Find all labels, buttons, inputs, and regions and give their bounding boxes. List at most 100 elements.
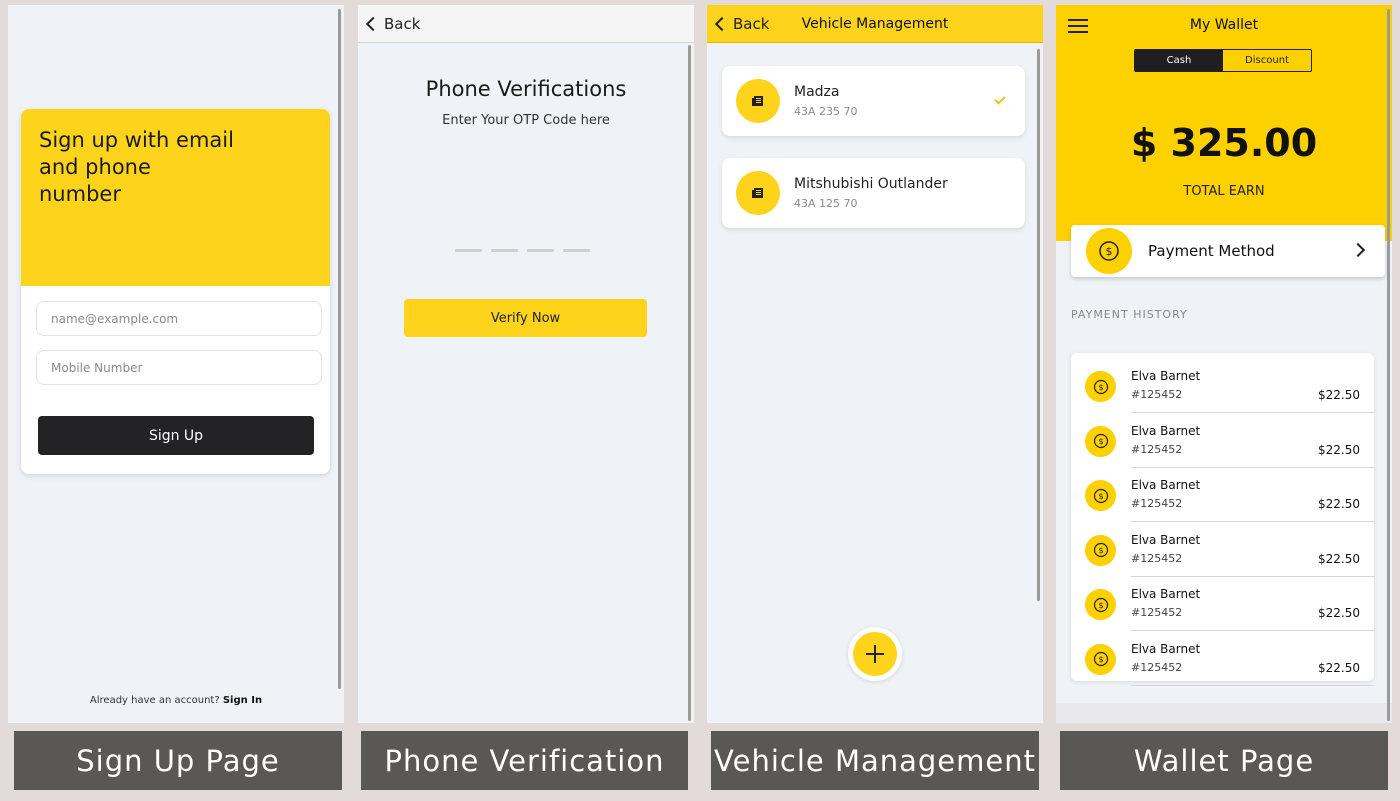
transaction-amount: $22.50 <box>1318 497 1360 511</box>
vehicle-doc-icon <box>736 79 780 123</box>
payment-history-list: $ Elva Barnet #125452 $22.50 $ Elva Barnet #12… <box>1071 353 1374 686</box>
scrollbar[interactable] <box>1387 9 1390 721</box>
dollar-coin-icon: $ <box>1085 425 1116 457</box>
transaction-row[interactable]: $ Elva Barnet #125452 $22.50 <box>1071 577 1374 631</box>
transaction-id: #125452 <box>1131 551 1183 565</box>
payment-method-label: Payment Method <box>1148 242 1275 260</box>
total-earn-label: TOTAL EARN <box>1183 184 1265 199</box>
transaction-id: #125452 <box>1131 388 1183 401</box>
page-title: Phone Verifications <box>425 77 627 101</box>
otp-digit-slot[interactable] <box>527 249 554 252</box>
transaction-amount: $22.50 <box>1318 388 1360 402</box>
page-subtitle: Enter Your OTP Code here <box>442 113 610 128</box>
transaction-name: Elva Barnet <box>1131 423 1201 438</box>
caption-phone-verification: Phone Verification <box>361 731 688 790</box>
payment-history-label: PAYMENT HISTORY <box>1071 308 1188 321</box>
tab-discount[interactable]: Discount <box>1223 50 1311 71</box>
scrollbar[interactable] <box>688 45 691 721</box>
transaction-amount: $22.50 <box>1318 442 1360 457</box>
email-field[interactable] <box>36 301 322 336</box>
back-label: Back <box>733 14 770 33</box>
dollar-coin-icon: $ <box>1085 589 1116 620</box>
signup-screen: Sign up with email and phone number Sign… <box>8 5 344 723</box>
svg-text:$: $ <box>1098 601 1103 610</box>
svg-text:$: $ <box>1106 245 1113 258</box>
total-amount: $ 325.00 <box>1130 121 1318 165</box>
vehicle-card[interactable]: Mitshubishi Outlander 43A 125 70 <box>722 158 1025 228</box>
page-title: My Wallet <box>1189 17 1259 33</box>
transaction-name: Elva Barnet <box>1131 641 1201 656</box>
wallet-screen: My Wallet Cash Discount $ 325.00 TOTAL E… <box>1056 5 1392 723</box>
scrollbar[interactable] <box>338 9 341 689</box>
transaction-row[interactable]: $ Elva Barnet #125452 $22.50 <box>1071 468 1374 522</box>
otp-input[interactable] <box>455 249 590 252</box>
transaction-row[interactable]: $ Elva Barnet #125452 $22.50 <box>1071 359 1374 413</box>
back-button[interactable]: Back <box>707 15 769 33</box>
transaction-row[interactable]: $ Elva Barnet #125452 $22.50 <box>1071 414 1374 468</box>
transaction-amount: $22.50 <box>1318 660 1360 675</box>
chevron-left-icon <box>714 16 730 31</box>
dollar-coin-icon: $ <box>1086 228 1132 274</box>
otp-digit-slot[interactable] <box>563 249 590 252</box>
back-label: Back <box>384 14 421 33</box>
svg-text:$: $ <box>1098 383 1103 392</box>
chevron-right-icon <box>1350 242 1366 258</box>
transaction-id: #125452 <box>1131 606 1183 619</box>
vehicle-plate: 43A 235 70 <box>794 105 858 118</box>
transaction-id: #125452 <box>1131 660 1183 674</box>
transaction-amount: $22.50 <box>1318 606 1360 620</box>
transaction-row[interactable]: $ Elva Barnet #125452 $22.50 <box>1071 523 1374 577</box>
vehicle-doc-icon <box>736 171 780 215</box>
mobile-number-field[interactable] <box>36 350 322 385</box>
top-bar: Back Vehicle Management <box>707 5 1043 43</box>
signin-prompt: Already have an account? Sign In <box>8 695 344 706</box>
caption-wallet: Wallet Page <box>1060 731 1388 790</box>
phone-verification-screen: Back Phone Verifications Enter Your OTP … <box>358 5 694 723</box>
plus-icon <box>853 632 897 676</box>
signup-title: Sign up with email and phone number <box>39 128 234 206</box>
verify-now-button[interactable]: Verify Now <box>404 299 647 337</box>
back-button[interactable]: Back <box>358 15 420 33</box>
vehicle-card[interactable]: Madza 43A 235 70 <box>722 66 1025 136</box>
vehicle-plate: 43A 125 70 <box>794 197 858 210</box>
transaction-name: Elva Barnet <box>1131 478 1201 492</box>
vehicle-name: Mitshubishi Outlander <box>794 176 948 192</box>
transaction-name: Elva Barnet <box>1131 587 1201 601</box>
signup-header: Sign up with email and phone number <box>21 109 330 286</box>
svg-text:$: $ <box>1098 655 1103 664</box>
transaction-id: #125452 <box>1131 497 1183 510</box>
signin-prompt-text: Already have an account? <box>89 695 220 706</box>
vehicle-management-screen: Back Vehicle Management Madza 43A 235 70 <box>707 5 1043 723</box>
signup-button[interactable]: Sign Up <box>38 416 314 455</box>
top-bar: Back <box>358 5 694 43</box>
tab-cash[interactable]: Cash <box>1135 50 1223 71</box>
divider <box>1131 684 1374 686</box>
vehicle-name: Madza <box>794 84 840 100</box>
transaction-name: Elva Barnet <box>1131 532 1201 547</box>
transaction-amount: $22.50 <box>1318 551 1360 566</box>
dollar-coin-icon: $ <box>1085 371 1116 402</box>
dollar-coin-icon: $ <box>1085 643 1116 675</box>
signup-card: Sign up with email and phone number Sign… <box>21 109 330 474</box>
transaction-name: Elva Barnet <box>1131 369 1201 383</box>
otp-digit-slot[interactable] <box>455 249 482 252</box>
add-vehicle-button[interactable] <box>848 627 902 681</box>
transaction-row[interactable]: $ Elva Barnet #125452 $22.50 <box>1071 632 1374 686</box>
payment-method-button[interactable]: $ Payment Method <box>1071 225 1385 277</box>
svg-text:$: $ <box>1098 546 1103 555</box>
transaction-id: #125452 <box>1131 442 1183 456</box>
otp-digit-slot[interactable] <box>491 249 518 252</box>
bottom-spacer <box>1056 703 1392 723</box>
svg-text:$: $ <box>1098 437 1103 446</box>
caption-signup: Sign Up Page <box>14 731 342 790</box>
wallet-tab-switch: Cash Discount <box>1134 49 1312 72</box>
chevron-left-icon <box>365 16 381 31</box>
scrollbar[interactable] <box>1037 49 1040 601</box>
signin-link[interactable]: Sign In <box>223 695 262 706</box>
dollar-coin-icon: $ <box>1085 534 1116 566</box>
caption-vehicle-management: Vehicle Management <box>711 731 1039 790</box>
svg-text:$: $ <box>1098 492 1103 501</box>
wallet-header: My Wallet Cash Discount $ 325.00 TOTAL E… <box>1056 5 1392 241</box>
dollar-coin-icon: $ <box>1085 480 1116 511</box>
checkmark-icon <box>994 93 1006 105</box>
